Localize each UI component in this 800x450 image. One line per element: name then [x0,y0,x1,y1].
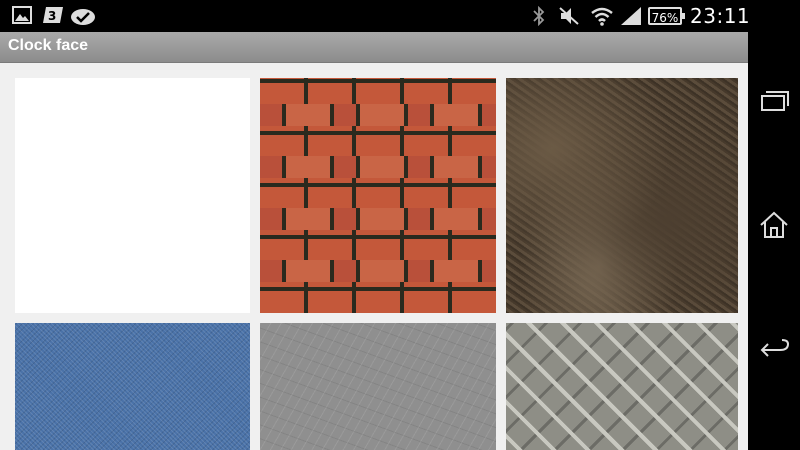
back-icon [756,339,792,372]
texture-tile-denim[interactable] [15,323,250,450]
status-clock: 23:11 [690,4,751,28]
texture-tile-fur[interactable] [506,78,738,313]
wifi-icon [590,6,614,31]
sim-3-icon: 3 [42,6,64,29]
recent-apps-button[interactable] [756,82,792,118]
mute-icon [558,6,580,31]
page-title: Clock face [8,37,89,54]
svg-text:3: 3 [48,9,56,23]
texture-tile-diamond-plate[interactable] [506,323,738,450]
back-button[interactable] [756,332,792,368]
action-bar: Clock face [0,32,748,63]
texture-tile-brick[interactable] [260,78,496,313]
texture-tile-blank[interactable] [15,78,250,313]
texture-tile-scratched-metal[interactable] [260,323,496,450]
navigation-bar [748,0,800,450]
signal-icon [620,6,642,31]
recent-apps-icon [756,91,792,122]
image-icon [12,6,32,29]
battery-indicator: 76% [648,7,685,25]
home-icon [756,211,792,247]
bluetooth-icon [532,5,546,31]
texture-gallery [0,63,748,450]
home-button[interactable] [756,207,792,243]
check-cloud-icon [70,6,96,31]
status-bar: 3 76% 23:11 [0,0,751,32]
